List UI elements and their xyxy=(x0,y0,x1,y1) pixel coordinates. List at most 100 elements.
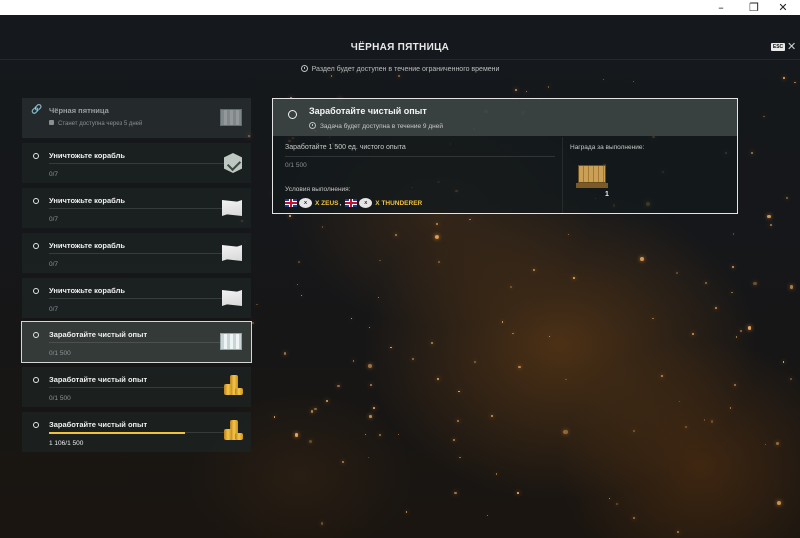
ember-particle xyxy=(729,407,732,409)
game-background xyxy=(0,15,800,538)
ember-particle xyxy=(297,283,299,285)
ember-particle xyxy=(452,438,455,441)
ember-particle xyxy=(785,196,789,199)
ember-particle xyxy=(320,522,324,525)
task-item[interactable]: Уничтожьте корабль 0/7 xyxy=(22,278,251,318)
task-progress-bar xyxy=(49,298,234,299)
ember-particle xyxy=(734,384,737,387)
window-close-button[interactable]: ✕ xyxy=(766,0,800,15)
task-item[interactable]: Заработайте чистый опыт 1 106/1 500 xyxy=(22,412,251,452)
ember-particle xyxy=(379,259,381,262)
close-icon[interactable]: ✕ xyxy=(787,40,796,53)
chevron-badge-icon xyxy=(224,153,242,173)
task-item-selected[interactable]: Заработайте чистый опыт 0/1 500 xyxy=(21,321,252,363)
task-radio[interactable] xyxy=(33,332,39,338)
detail-deadline: Задача будет доступна в течение 9 дней xyxy=(309,122,443,130)
ember-particle xyxy=(715,307,717,309)
ember-particle xyxy=(430,341,434,344)
ember-particle xyxy=(397,434,399,436)
task-radio[interactable] xyxy=(33,153,39,159)
ember-particle xyxy=(652,317,655,320)
task-detail-panel: Заработайте чистый опыт Задача будет дос… xyxy=(272,98,738,214)
task-item-locked[interactable]: 🔗 Чёрная пятница Станет доступна через 5… xyxy=(22,98,251,138)
detail-count: 0/1 500 xyxy=(285,162,307,169)
task-count: 0/7 xyxy=(49,216,59,223)
ember-particle xyxy=(753,281,757,286)
ember-particle xyxy=(563,429,568,434)
ember-particle xyxy=(765,444,767,446)
task-title: Уничтожьте корабль xyxy=(49,196,125,205)
ember-particle xyxy=(677,530,679,533)
ember-particle xyxy=(495,473,498,475)
ember-particle xyxy=(321,226,324,228)
ember-particle xyxy=(640,257,645,262)
ember-particle xyxy=(251,322,254,325)
ember-particle xyxy=(457,420,459,423)
ember-particle xyxy=(525,91,527,93)
coin-stack xyxy=(224,384,232,395)
ember-particle xyxy=(411,358,414,361)
flag-icon xyxy=(222,200,242,216)
ember-particle xyxy=(510,285,513,288)
ember-particle xyxy=(633,430,636,433)
ember-particle xyxy=(309,439,313,443)
task-item[interactable]: Уничтожьте корабль 0/7 xyxy=(22,188,251,228)
conditions-list: X X ZEUS , X X THUNDERER xyxy=(285,198,422,208)
ember-particle xyxy=(288,215,291,218)
crate-pallet xyxy=(576,183,608,188)
detail-title: Заработайте чистый опыт xyxy=(309,106,427,116)
minimize-button[interactable]: – xyxy=(704,0,738,15)
ember-particle xyxy=(459,456,461,459)
crate-icon[interactable] xyxy=(576,165,608,189)
clock-icon xyxy=(300,65,308,72)
ember-particle xyxy=(474,361,476,363)
uk-flag-icon xyxy=(345,199,358,207)
tier-badge: X xyxy=(299,198,312,208)
ember-particle xyxy=(661,375,663,377)
ember-particle xyxy=(298,261,300,263)
task-radio[interactable] xyxy=(33,422,39,428)
ember-particle xyxy=(283,352,286,355)
scroll-icon xyxy=(220,333,242,350)
task-item[interactable]: Заработайте чистый опыт 0/1 500 xyxy=(22,367,251,407)
task-radio[interactable] xyxy=(33,288,39,294)
window-titlebar: – ❐ ✕ xyxy=(0,0,800,15)
task-title: Уничтожьте корабль xyxy=(49,151,125,160)
task-radio[interactable] xyxy=(33,377,39,383)
ember-particle xyxy=(300,294,302,296)
ship-name[interactable]: X THUNDERER xyxy=(375,200,422,207)
ember-particle xyxy=(770,224,772,227)
flag-icon xyxy=(222,245,242,261)
ember-particle xyxy=(405,511,407,513)
ember-particle xyxy=(676,272,679,275)
task-count: 0/7 xyxy=(49,171,59,178)
ember-particle xyxy=(608,497,610,500)
task-progress-fill xyxy=(49,431,186,434)
ember-particle xyxy=(733,233,735,235)
ember-particle xyxy=(512,332,514,335)
task-unlock-text: Станет доступна через 5 дней xyxy=(58,121,143,127)
ember-particle xyxy=(615,502,618,505)
task-radio[interactable] xyxy=(33,243,39,249)
ember-particle xyxy=(397,75,400,78)
ember-particle xyxy=(789,284,794,289)
ember-particle xyxy=(331,75,333,77)
detail-header: Заработайте чистый опыт Задача будет дос… xyxy=(273,99,737,136)
page-subtitle: Раздел будет доступен в течение ограниче… xyxy=(0,65,800,73)
ember-particle xyxy=(603,78,605,80)
task-item[interactable]: Уничтожьте корабль 0/7 xyxy=(22,233,251,273)
ember-particle xyxy=(516,491,519,494)
ember-particle xyxy=(632,81,634,83)
task-radio[interactable] xyxy=(33,198,39,204)
detail-radio[interactable] xyxy=(288,110,297,119)
task-item[interactable]: Уничтожьте корабль 0/7 xyxy=(22,143,251,183)
ember-particle xyxy=(730,291,733,294)
task-title: Уничтожьте корабль xyxy=(49,286,125,295)
ship-name[interactable]: X ZEUS xyxy=(315,200,338,207)
task-count: 1 106/1 500 xyxy=(49,440,84,447)
ember-particle xyxy=(273,416,276,418)
ember-particle xyxy=(514,88,517,91)
flag-icon xyxy=(222,290,242,306)
ember-particle xyxy=(567,233,569,235)
esc-key-hint[interactable]: ESC xyxy=(771,43,785,51)
